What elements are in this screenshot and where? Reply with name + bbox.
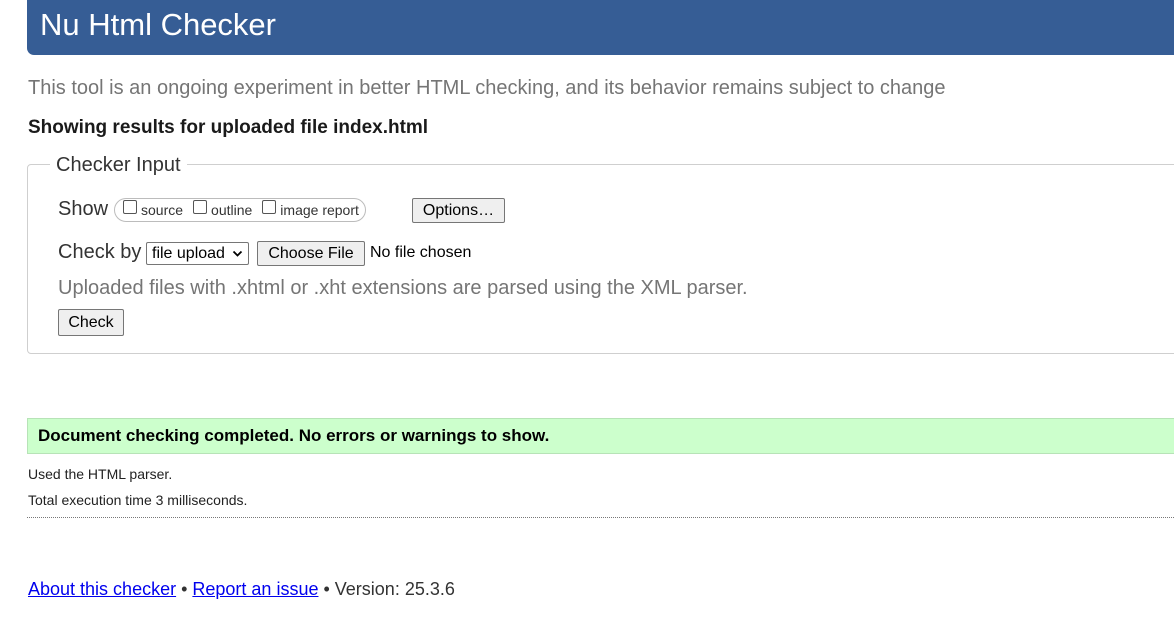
parser-info: Used the HTML parser. [28, 466, 173, 482]
choose-file-button[interactable]: Choose File [257, 241, 365, 266]
show-option-image-report[interactable]: image report [262, 200, 359, 218]
check-button[interactable]: Check [58, 309, 124, 336]
xml-parser-note: Uploaded files with .xhtml or .xht exten… [58, 277, 748, 299]
check-by-label: Check by [58, 241, 142, 263]
tagline: This tool is an ongoing experiment in be… [28, 77, 946, 99]
footer: About this checker • Report an issue • V… [28, 577, 455, 601]
show-option-outline[interactable]: outline [193, 200, 253, 218]
header-banner: Nu Html Checker [27, 0, 1174, 55]
version-text: Version: 25.3.6 [334, 579, 455, 599]
image-report-checkbox[interactable] [262, 200, 277, 214]
execution-time: Total execution time 3 milliseconds. [28, 492, 248, 508]
show-label: Show [58, 198, 109, 220]
results-heading: Showing results for uploaded file index.… [28, 117, 429, 138]
checker-input-fieldset: Checker Input Show source outline image … [27, 153, 1174, 354]
source-checkbox[interactable] [123, 200, 137, 214]
show-options-group: source outline image report [114, 198, 366, 222]
image-report-label: image report [280, 202, 359, 218]
check-by-selected-value: file upload [152, 244, 225, 262]
divider [27, 517, 1174, 518]
outline-label: outline [211, 202, 253, 218]
file-status: No file chosen [370, 244, 472, 261]
page: Nu Html Checker This tool is an ongoing … [0, 0, 1174, 630]
footer-separator: • [176, 579, 193, 599]
footer-separator-2: • [318, 579, 335, 599]
checker-input-legend: Checker Input [50, 153, 187, 177]
outline-checkbox[interactable] [193, 200, 208, 214]
options-button[interactable]: Options… [412, 198, 505, 223]
check-by-select[interactable]: file upload [146, 242, 249, 265]
success-message: Document checking completed. No errors o… [27, 418, 1174, 454]
about-checker-link[interactable]: About this checker [28, 579, 176, 599]
chevron-down-icon [232, 250, 243, 257]
page-title: Nu Html Checker [40, 7, 276, 42]
report-issue-link[interactable]: Report an issue [192, 579, 318, 599]
show-option-source[interactable]: source [123, 200, 184, 218]
source-label: source [141, 202, 184, 218]
